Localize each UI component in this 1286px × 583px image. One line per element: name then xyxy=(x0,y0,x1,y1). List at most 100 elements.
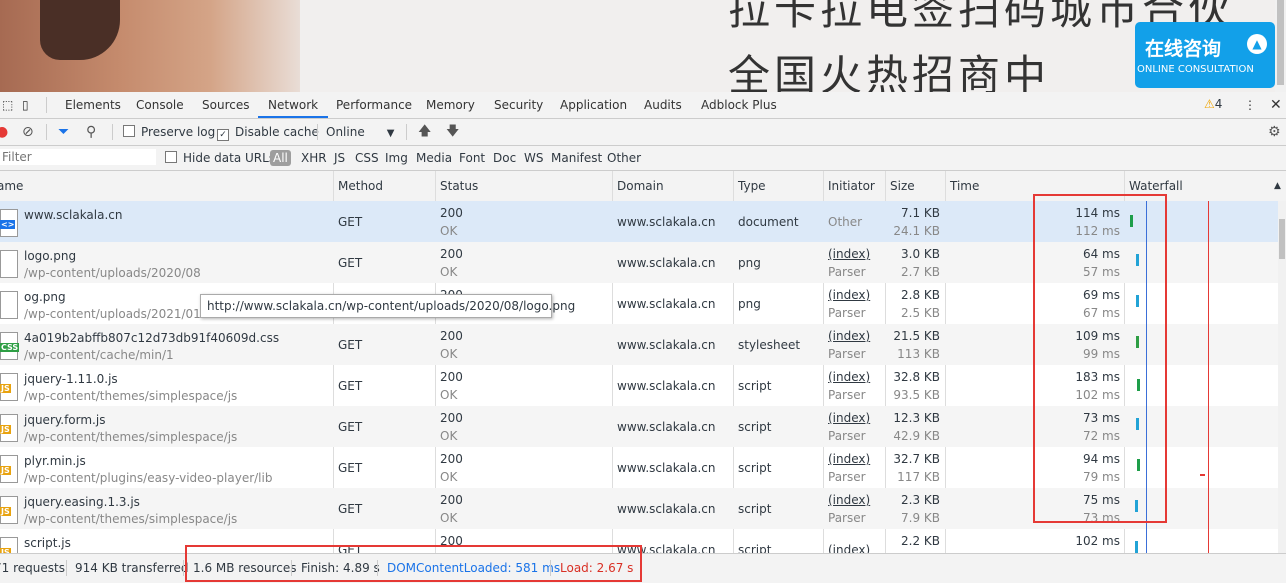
search-icon[interactable]: ⚲ xyxy=(86,119,96,145)
filter-type-all[interactable]: All xyxy=(270,150,291,166)
settings-gear-icon[interactable]: ⚙ xyxy=(1268,119,1281,145)
request-name[interactable]: jquery.form.js xyxy=(24,413,105,427)
column-domain[interactable]: Domain xyxy=(617,171,664,201)
initiator-link[interactable]: (index) xyxy=(828,370,870,384)
online-consultation-button[interactable]: 在线咨询 ▲ ONLINE CONSULTATION xyxy=(1135,22,1275,88)
column-status[interactable]: Status xyxy=(440,171,478,201)
resource-size: 24.1 KB xyxy=(893,224,940,238)
initiator-link[interactable]: (index) xyxy=(828,247,870,261)
column-type[interactable]: Type xyxy=(738,171,766,201)
initiator-link[interactable]: (index) xyxy=(828,288,870,302)
network-toolbar: ● ⊘ ⏷ ⚲ Preserve log ✓ Disable cache Onli… xyxy=(0,119,1286,146)
column-initiator[interactable]: Initiator xyxy=(828,171,875,201)
tab-console[interactable]: Console xyxy=(136,92,184,118)
request-type: script xyxy=(738,502,772,516)
request-type: script xyxy=(738,420,772,434)
resource-size: 7.9 KB xyxy=(901,511,940,525)
js-icon: JS xyxy=(0,414,18,442)
column-method[interactable]: Method xyxy=(338,171,383,201)
request-method: GET xyxy=(338,461,363,475)
page-scrollbar[interactable] xyxy=(1275,0,1286,92)
inspect-icon[interactable]: ⬚ xyxy=(2,92,13,118)
device-toolbar-icon[interactable]: ▯ xyxy=(22,92,29,118)
consult-title: 在线咨询 xyxy=(1145,38,1222,60)
request-name[interactable]: script.js xyxy=(24,536,71,550)
table-scrollbar[interactable] xyxy=(1278,201,1286,553)
request-domain: www.sclakala.cn xyxy=(617,215,716,229)
request-type: png xyxy=(738,256,761,270)
request-method: GET xyxy=(338,338,363,352)
transfer-size: 3.0 KB xyxy=(901,247,940,261)
more-menu-icon[interactable]: ⋮ xyxy=(1244,92,1256,118)
checkbox-icon[interactable] xyxy=(165,151,177,163)
request-name[interactable]: og.png xyxy=(24,290,66,304)
request-name[interactable]: www.sclakala.cn xyxy=(24,208,123,222)
checked-icon[interactable]: ✓ xyxy=(217,129,229,141)
tab-elements[interactable]: Elements xyxy=(65,92,121,118)
filter-type-img[interactable]: Img xyxy=(385,146,408,170)
hide-data-urls-checkbox[interactable]: Hide data URLs xyxy=(165,146,275,170)
initiator-link[interactable]: (index) xyxy=(828,543,870,553)
request-path: /wp-content/cache/min/1 xyxy=(24,348,174,362)
tab-sources[interactable]: Sources xyxy=(202,92,249,118)
clear-icon[interactable]: ⊘ xyxy=(22,119,34,145)
filter-type-other[interactable]: Other xyxy=(607,146,641,170)
throttling-select[interactable]: Online ▼ xyxy=(326,119,394,145)
initiator-sub: Parser xyxy=(828,388,866,402)
status-code: 200 xyxy=(440,493,463,507)
chat-icon: ▲ xyxy=(1247,34,1267,54)
initiator-link: Other xyxy=(828,215,863,229)
initiator-sub: Parser xyxy=(828,470,866,484)
filter-type-manifest[interactable]: Manifest xyxy=(551,146,602,170)
js-icon: JS xyxy=(0,455,18,483)
record-icon[interactable]: ● xyxy=(0,119,8,145)
filter-type-xhr[interactable]: XHR xyxy=(301,146,327,170)
initiator-link[interactable]: (index) xyxy=(828,329,870,343)
warnings-indicator[interactable]: ⚠4 xyxy=(1204,97,1222,111)
checkbox-icon[interactable] xyxy=(123,125,135,137)
filter-type-doc[interactable]: Doc xyxy=(493,146,516,170)
close-icon[interactable]: ✕ xyxy=(1270,92,1282,118)
initiator-link[interactable]: (index) xyxy=(828,411,870,425)
sort-up-icon[interactable]: ▲ xyxy=(1274,171,1281,201)
tab-memory[interactable]: Memory xyxy=(426,92,475,118)
hide-data-urls-label: Hide data URLs xyxy=(183,151,276,165)
initiator-sub: Parser xyxy=(828,347,866,361)
filter-type-css[interactable]: CSS xyxy=(355,146,379,170)
filter-type-media[interactable]: Media xyxy=(416,146,452,170)
transfer-size: 7.1 KB xyxy=(901,206,940,220)
doc-icon: <> xyxy=(0,209,18,237)
filter-type-js[interactable]: JS xyxy=(334,146,345,170)
tab-security[interactable]: Security xyxy=(494,92,543,118)
initiator-link[interactable]: (index) xyxy=(828,452,870,466)
initiator-link[interactable]: (index) xyxy=(828,493,870,507)
import-har-icon[interactable]: 🡅 xyxy=(418,119,431,145)
column-size[interactable]: Size xyxy=(890,171,915,201)
tab-application[interactable]: Application xyxy=(560,92,627,118)
request-path: /wp-content/uploads/2020/08 xyxy=(24,266,201,280)
filter-type-ws[interactable]: WS xyxy=(524,146,543,170)
filter-input[interactable] xyxy=(0,149,156,165)
tab-adblock-plus[interactable]: Adblock Plus xyxy=(701,92,777,118)
column-name[interactable]: Name xyxy=(0,171,23,201)
request-name[interactable]: logo.png xyxy=(24,249,76,263)
status-text: OK xyxy=(440,429,458,443)
tab-network[interactable]: Network xyxy=(258,92,329,118)
request-name[interactable]: jquery-1.11.0.js xyxy=(24,372,118,386)
disable-cache-label: Disable cache xyxy=(235,125,319,139)
filter-type-font[interactable]: Font xyxy=(459,146,485,170)
request-type: script xyxy=(738,379,772,393)
export-har-icon[interactable]: 🡇 xyxy=(446,119,459,145)
request-domain: www.sclakala.cn xyxy=(617,297,716,311)
filter-icon[interactable]: ⏷ xyxy=(58,119,69,145)
disable-cache-checkbox[interactable]: ✓ Disable cache xyxy=(217,119,319,145)
preserve-log-checkbox[interactable]: Preserve log xyxy=(123,119,215,145)
request-name[interactable]: plyr.min.js xyxy=(24,454,86,468)
request-name[interactable]: 4a019b2abffb807c12d73db91f40609d.css xyxy=(24,331,279,345)
tab-audits[interactable]: Audits xyxy=(644,92,682,118)
requests-count: 71 requests xyxy=(0,561,65,575)
annotation-box-status xyxy=(185,545,642,582)
tab-performance[interactable]: Performance xyxy=(336,92,412,118)
column-time[interactable]: Time xyxy=(950,171,979,201)
request-name[interactable]: jquery.easing.1.3.js xyxy=(24,495,140,509)
